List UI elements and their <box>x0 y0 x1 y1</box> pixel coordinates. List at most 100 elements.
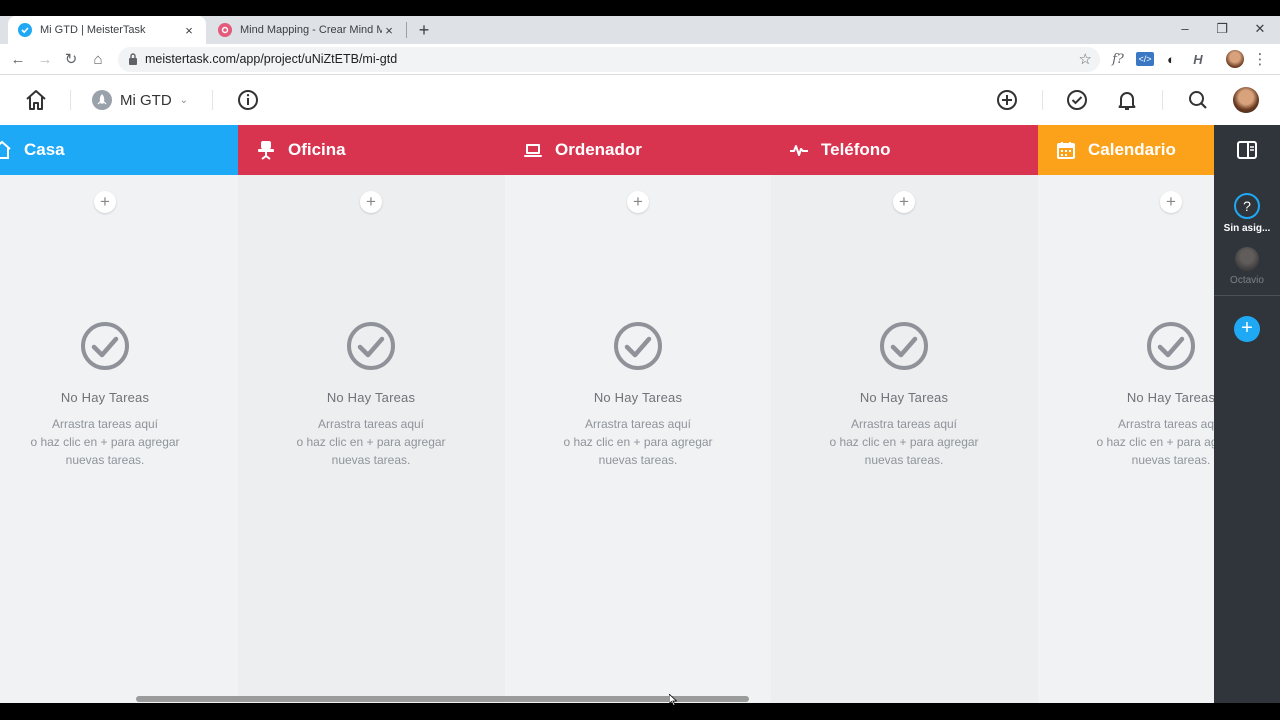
add-member-button[interactable]: + <box>1234 316 1260 342</box>
tab-title: Mi GTD | MeisterTask <box>40 24 146 36</box>
section-title: Calendario <box>1088 140 1176 159</box>
info-icon[interactable] <box>236 88 260 112</box>
chair-icon <box>256 140 276 160</box>
section-casa: Casa + No Hay Tareas Arrastra tareas aqu… <box>0 125 238 703</box>
filter-user-octavio[interactable]: Octavio <box>1214 247 1280 286</box>
search-icon[interactable] <box>1186 88 1210 112</box>
add-task-button[interactable]: + <box>627 191 649 213</box>
mouse-cursor-icon <box>669 694 677 706</box>
back-button[interactable]: ← <box>8 50 28 70</box>
section-telefono: Teléfono + No Hay Tareas Arrastra tareas… <box>771 125 1038 703</box>
scrollbar-thumb[interactable] <box>136 696 749 702</box>
empty-text: Arrastra tareas aquí o haz clic en + par… <box>829 417 979 467</box>
add-circle-icon[interactable] <box>995 88 1019 112</box>
check-circle-icon <box>81 322 129 370</box>
mindmeister-favicon-icon <box>218 23 232 37</box>
minimize-button[interactable]: – <box>1175 18 1195 40</box>
filter-unassigned[interactable]: ? Sin asig... <box>1214 193 1280 234</box>
url-text: meistertask.com/app/project/uNiZtETB/mi-… <box>145 52 398 66</box>
empty-state: No Hay Tareas Arrastra tareas aquí o haz… <box>784 321 1024 469</box>
add-task-button[interactable]: + <box>94 191 116 213</box>
section-header[interactable]: Ordenador <box>505 125 771 175</box>
project-board: Casa + No Hay Tareas Arrastra tareas aqu… <box>0 125 1214 703</box>
empty-state: No Hay Tareas Arrastra tareas aquí o haz… <box>518 321 758 469</box>
section-title: Casa <box>24 140 65 159</box>
window-close-button[interactable]: ✕ <box>1250 18 1270 40</box>
empty-title: No Hay Tareas <box>859 390 949 405</box>
section-header[interactable]: Casa <box>0 125 238 175</box>
laptop-icon <box>523 140 543 160</box>
section-header[interactable]: Teléfono <box>771 125 1038 175</box>
section-body: + No Hay Tareas Arrastra tareas aquí o h… <box>505 175 771 703</box>
bookmark-star-icon[interactable]: ☆ <box>1079 50 1092 68</box>
address-bar[interactable]: meistertask.com/app/project/uNiZtETB/mi-… <box>118 47 1100 72</box>
home-icon[interactable] <box>24 88 48 112</box>
divider <box>70 90 71 110</box>
divider <box>1214 295 1280 296</box>
browser-tab-strip: Mi GTD | MeisterTask × Mind Mapping - Cr… <box>0 16 1280 44</box>
section-title: Oficina <box>288 140 346 159</box>
divider <box>1042 90 1043 110</box>
home-button[interactable]: ⌂ <box>88 50 108 70</box>
section-oficina: Oficina + No Hay Tareas Arrastra tareas … <box>238 125 505 703</box>
meistertask-favicon-icon <box>18 23 32 37</box>
browser-tab-mindmapping[interactable]: Mind Mapping - Crear Mind Map × <box>208 16 406 44</box>
sidebar-layout-icon <box>1237 141 1257 159</box>
tab-close-icon[interactable]: × <box>382 23 396 38</box>
empty-title: No Hay Tareas <box>326 390 416 405</box>
empty-title: No Hay Tareas <box>1126 390 1214 405</box>
tab-close-icon[interactable]: × <box>182 23 196 38</box>
browser-tab-meistertask[interactable]: Mi GTD | MeisterTask × <box>8 16 206 44</box>
section-body: + No Hay Tareas Arrastra tareas aquí o h… <box>0 175 238 703</box>
project-rocket-icon <box>92 90 112 110</box>
empty-title: No Hay Tareas <box>593 390 683 405</box>
board-horizontal-scrollbar[interactable] <box>0 694 1214 703</box>
chevron-down-icon: ⌄ <box>179 94 189 106</box>
toggle-sidebar-button[interactable] <box>1214 125 1280 175</box>
unassigned-label: Sin asig... <box>1223 223 1271 234</box>
script-extension-icon[interactable]: </> <box>1136 52 1154 66</box>
empty-state: No Hay Tareas Arrastra tareas aquí o haz… <box>1051 321 1214 469</box>
empty-text: Arrastra tareas aquí o haz clic en + par… <box>30 417 180 467</box>
browser-menu-icon[interactable]: ⋮ <box>1252 50 1268 70</box>
check-circle-icon <box>347 322 395 370</box>
dark-mode-extension-icon[interactable]: ◐ <box>1162 50 1180 70</box>
empty-text: Arrastra tareas aquí o haz clic en + par… <box>296 417 446 467</box>
section-title: Ordenador <box>555 140 642 159</box>
home-icon <box>0 140 12 160</box>
add-task-button[interactable]: + <box>360 191 382 213</box>
h-extension-icon[interactable]: H <box>1189 50 1207 70</box>
section-calendario: Calendario + No Hay Tareas Arrastra tare… <box>1038 125 1214 703</box>
divider <box>212 90 213 110</box>
maximize-button[interactable]: ❐ <box>1212 18 1232 40</box>
section-body: + No Hay Tareas Arrastra tareas aquí o h… <box>771 175 1038 703</box>
tab-separator <box>406 22 407 38</box>
add-task-button[interactable]: + <box>893 191 915 213</box>
bell-icon[interactable] <box>1115 88 1139 112</box>
section-header[interactable]: Oficina <box>238 125 505 175</box>
new-tab-button[interactable]: + <box>416 20 432 40</box>
project-selector[interactable]: Mi GTD ⌄ <box>92 90 188 110</box>
pulse-icon <box>789 140 809 160</box>
browser-toolbar: ← → ↻ ⌂ meistertask.com/app/project/uNiZ… <box>0 44 1280 75</box>
calendar-icon <box>1056 140 1076 160</box>
user-avatar <box>1235 247 1259 271</box>
check-circle-icon <box>1147 322 1195 370</box>
profile-avatar[interactable] <box>1226 50 1244 68</box>
user-label: Octavio <box>1230 275 1264 286</box>
section-header[interactable]: Calendario <box>1038 125 1214 175</box>
section-ordenador: Ordenador + No Hay Tareas Arrastra tarea… <box>505 125 771 703</box>
screen: Mi GTD | MeisterTask × Mind Mapping - Cr… <box>0 0 1280 720</box>
empty-state: No Hay Tareas Arrastra tareas aquí o haz… <box>0 321 225 469</box>
section-title: Teléfono <box>821 140 891 159</box>
check-circle-icon <box>614 322 662 370</box>
add-task-button[interactable]: + <box>1160 191 1182 213</box>
formula-extension-icon[interactable]: f? <box>1108 50 1128 70</box>
user-avatar[interactable] <box>1233 87 1259 113</box>
empty-text: Arrastra tareas aquí o haz clic en + par… <box>1096 417 1214 467</box>
section-body: + No Hay Tareas Arrastra tareas aquí o h… <box>1038 175 1214 703</box>
check-circle-icon[interactable] <box>1065 88 1089 112</box>
forward-button[interactable]: → <box>35 50 55 70</box>
right-sidebar: ? Sin asig... Octavio + <box>1214 125 1280 703</box>
reload-button[interactable]: ↻ <box>61 50 81 70</box>
